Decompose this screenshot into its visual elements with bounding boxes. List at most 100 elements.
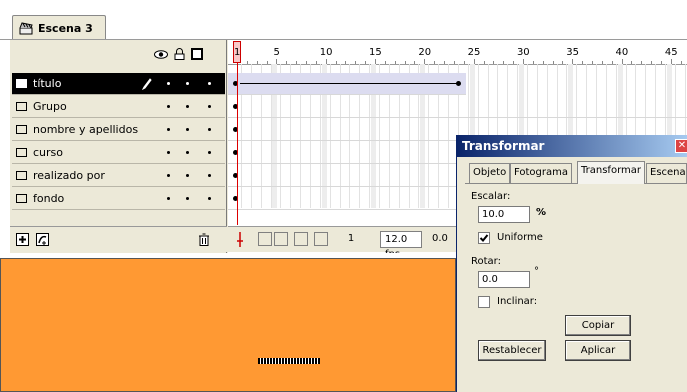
close-icon[interactable]: ✕: [675, 139, 687, 153]
layer-name: título: [33, 77, 62, 90]
onion-markers-button[interactable]: [314, 232, 328, 246]
layer-name: realizado por: [33, 169, 105, 182]
layer-icon: [16, 194, 27, 203]
current-frame: 1: [347, 233, 355, 244]
check-icon: [479, 234, 489, 242]
layer-toggle-dot[interactable]: [167, 82, 170, 85]
stage[interactable]: [0, 258, 456, 392]
ruler-tick: [246, 61, 248, 64]
layer-icon: [16, 79, 27, 88]
center-frame-icon[interactable]: [235, 232, 245, 247]
ruler-tick: [513, 61, 515, 64]
ruler-tick: [542, 61, 544, 64]
uniform-label: Uniforme: [497, 232, 543, 243]
ruler-tick: [582, 61, 584, 64]
layer-toggle-dot[interactable]: [167, 197, 170, 200]
scaled-text-object[interactable]: [258, 358, 320, 364]
layer-toggle-dot[interactable]: [167, 151, 170, 154]
layer-icon: [16, 125, 27, 134]
scale-label: Escalar:: [471, 191, 511, 202]
ruler-tick: [680, 61, 682, 64]
layer-name: nombre y apellidos: [33, 123, 139, 136]
ruler-tick: [552, 61, 554, 64]
scale-input[interactable]: 10.0: [478, 206, 530, 223]
layer-toggle-dot[interactable]: [208, 174, 211, 177]
layer-toggle-dot[interactable]: [186, 197, 189, 200]
ruler-number: 5: [273, 47, 280, 58]
lock-icon[interactable]: [174, 48, 185, 60]
ruler-tick: [562, 61, 564, 64]
layer-toggle-dot[interactable]: [186, 105, 189, 108]
layer-toggle-dot[interactable]: [208, 128, 211, 131]
layer-row[interactable]: curso: [12, 142, 225, 164]
onion-skin-button[interactable]: [258, 232, 272, 246]
add-guide-layer-icon[interactable]: [36, 233, 49, 246]
ruler-tick: [286, 61, 288, 64]
onion-outline-button[interactable]: [274, 232, 288, 246]
ruler-tick: [601, 61, 603, 64]
layer-icon: [16, 171, 27, 180]
tab-objeto[interactable]: Objeto: [469, 163, 511, 183]
layer-row[interactable]: realizado por: [12, 165, 225, 187]
layer-toggle-dot[interactable]: [208, 105, 211, 108]
ruler-number: 35: [566, 47, 579, 58]
layer-toggle-dot[interactable]: [208, 151, 211, 154]
layer-row[interactable]: título: [12, 73, 225, 95]
tab-divider: [465, 183, 687, 184]
skew-checkbox[interactable]: [478, 296, 490, 308]
layer-row[interactable]: nombre y apellidos: [12, 119, 225, 141]
layer-toggle-dot[interactable]: [186, 82, 189, 85]
ruler-tick: [404, 61, 406, 64]
ruler-number: 40: [615, 47, 629, 58]
ruler-number: 15: [369, 47, 382, 58]
panel-title[interactable]: Transformar: [457, 135, 687, 157]
tab-fotograma[interactable]: Fotograma: [510, 163, 573, 183]
apply-button[interactable]: Aplicar: [565, 340, 631, 361]
layer-toggle-dot[interactable]: [167, 128, 170, 131]
layer-row[interactable]: fondo: [12, 188, 225, 210]
layer-row[interactable]: Grupo: [12, 96, 225, 118]
ruler-tick: [315, 61, 317, 64]
edit-multiple-button[interactable]: [294, 232, 308, 246]
rotate-input[interactable]: 0.0: [478, 271, 530, 288]
layer-toggle-dot[interactable]: [167, 174, 170, 177]
ruler-tick: [641, 61, 643, 64]
frame-ruler[interactable]: 1 5 10 15 20 25 30 35 40 45: [228, 40, 687, 65]
eye-icon[interactable]: [154, 49, 168, 59]
frame-row[interactable]: [228, 96, 687, 118]
ruler-tick: [306, 61, 308, 64]
layer-icon: [16, 102, 27, 111]
rotate-unit: °: [534, 266, 539, 277]
layer-toggle-dot[interactable]: [186, 174, 189, 177]
trash-icon[interactable]: [198, 233, 210, 246]
keyframe-end[interactable]: [455, 81, 461, 86]
reset-button[interactable]: Restablecer: [478, 340, 546, 361]
add-layer-icon[interactable]: [16, 233, 29, 246]
ruler-tick: [631, 61, 633, 64]
copy-button[interactable]: Copiar: [565, 315, 631, 336]
outline-icon[interactable]: [191, 48, 203, 60]
layer-toggle-dot[interactable]: [186, 128, 189, 131]
ruler-tick: [296, 61, 298, 64]
rotate-label: Rotar:: [471, 256, 501, 267]
tab-escena[interactable]: Escena: [646, 163, 687, 183]
layer-name: curso: [33, 146, 64, 159]
ruler-number: 30: [516, 47, 530, 58]
frame-row[interactable]: [228, 73, 466, 95]
layer-toggle-dot[interactable]: [208, 197, 211, 200]
ruler-tick: [651, 61, 653, 64]
scale-unit: %: [536, 207, 547, 218]
layer-toggle-dot[interactable]: [208, 82, 211, 85]
ruler-tick: [493, 61, 495, 64]
playhead-line: [237, 63, 238, 225]
scene-tab[interactable]: Escena 3: [12, 15, 106, 40]
layer-name: Grupo: [33, 100, 67, 113]
layer-toggle-dot[interactable]: [186, 151, 189, 154]
tween-arrow: [240, 83, 457, 84]
layer-toggle-dot[interactable]: [167, 105, 170, 108]
pencil-icon: [142, 78, 152, 90]
tab-transformar[interactable]: Transformar: [577, 161, 645, 184]
skew-label: Inclinar:: [497, 296, 538, 307]
ruler-tick: [434, 61, 436, 64]
uniform-checkbox[interactable]: [478, 232, 490, 244]
